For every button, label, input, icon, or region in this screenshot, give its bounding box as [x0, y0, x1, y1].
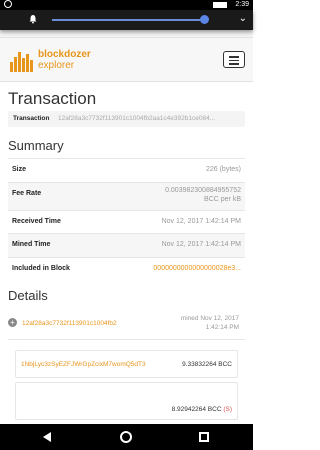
logo-text-line1: blockdozer — [38, 49, 91, 60]
row-key: Included in Block — [12, 264, 70, 272]
transaction-id-box: Transaction 12af28a3c7732f113901c1004fb2… — [8, 111, 245, 127]
row-key: Fee Rate — [12, 189, 42, 197]
output-amount-wrap: 8.92942264 BCC (S) — [172, 406, 232, 413]
output-row: 8.92942264 BCC (S) — [15, 382, 238, 420]
expand-plus-icon[interactable]: + — [8, 318, 17, 327]
spent-flag-link[interactable]: (S) — [223, 406, 232, 413]
status-time: 2:39 — [235, 1, 249, 8]
output-amount: 8.92942264 BCC — [171, 406, 222, 413]
fee-rate-value: 0.003982300884955752 — [165, 186, 241, 194]
blockdozer-logo[interactable]: blockdozer explorer — [10, 47, 140, 75]
summary-row-included-in-block: Included in Block 0000000000000000028e3.… — [8, 256, 245, 281]
row-key: Mined Time — [12, 241, 51, 248]
input-amount: 9.33832264 BCC — [182, 361, 232, 368]
block-hash-link[interactable]: 0000000000000000028e3... — [153, 265, 241, 272]
volume-panel: ⌄ — [0, 10, 253, 30]
details-tx-header: + 12af28a3c7732f113901c1004fb2 mined Nov… — [8, 310, 245, 340]
volume-slider-thumb[interactable] — [200, 15, 209, 24]
fee-rate-unit: BCC per kB — [204, 195, 241, 203]
row-value: 0.003982300884955752 BCC per kB — [165, 186, 241, 204]
transaction-id[interactable]: 12af28a3c7732f113901c1004fb2aa1c4e392b1c… — [58, 115, 240, 122]
transaction-label: Transaction — [13, 115, 50, 122]
summary-row-size: Size 226 (bytes) — [8, 158, 245, 182]
mined-date: mined Nov 12, 2017 — [180, 315, 239, 322]
row-key: Size — [12, 166, 27, 173]
bell-icon[interactable] — [28, 14, 38, 24]
row-key: Received Time — [12, 217, 61, 225]
input-row: 1NbjLyc3zSyEZFJWrGpZcixM7womQ5dT3 9.3383… — [15, 350, 238, 378]
site-header: blockdozer explorer — [0, 38, 253, 82]
logo-bars-icon — [10, 50, 34, 72]
details-mined-time: mined Nov 12, 2017 1:42:14 PM — [181, 314, 239, 332]
transaction-heading: Transaction — [8, 89, 97, 108]
summary-row-received-time: Received Time Nov 12, 2017 1:42:14 PM — [8, 209, 245, 234]
summary-row-fee-rate: Fee Rate 0.003982300884955752 BCC per kB — [8, 181, 245, 210]
logo-text-line2: explorer — [38, 60, 75, 71]
hamburger-menu-button[interactable] — [223, 51, 245, 68]
chevron-down-icon[interactable]: ⌄ — [239, 13, 247, 24]
android-nav-bar — [0, 424, 253, 450]
mined-time: 1:42:14 PM — [205, 324, 239, 331]
home-icon[interactable] — [120, 431, 132, 443]
volume-slider-track[interactable] — [52, 19, 202, 21]
status-bar: 2:39 — [0, 0, 253, 10]
details-txid-link[interactable]: 12af28a3c7732f113901c1004fb2 — [22, 320, 117, 327]
summary-heading: Summary — [8, 138, 64, 153]
recent-apps-icon[interactable] — [199, 432, 209, 442]
signal-battery-icon — [213, 2, 227, 8]
back-icon[interactable] — [43, 432, 51, 442]
row-value: Nov 12, 2017 1:42:14 PM — [161, 241, 241, 248]
summary-row-mined-time: Mined Time Nov 12, 2017 1:42:14 PM — [8, 233, 245, 257]
details-heading: Details — [8, 288, 48, 303]
row-value: Nov 12, 2017 1:42:14 PM — [161, 217, 241, 225]
summary-table: Size 226 (bytes) Fee Rate 0.003982300884… — [8, 158, 245, 280]
whatsapp-icon — [4, 0, 12, 8]
input-address-link[interactable]: 1NbjLyc3zSyEZFJWrGpZcixM7womQ5dT3 — [21, 361, 146, 368]
row-value: 226 (bytes) — [205, 166, 241, 173]
